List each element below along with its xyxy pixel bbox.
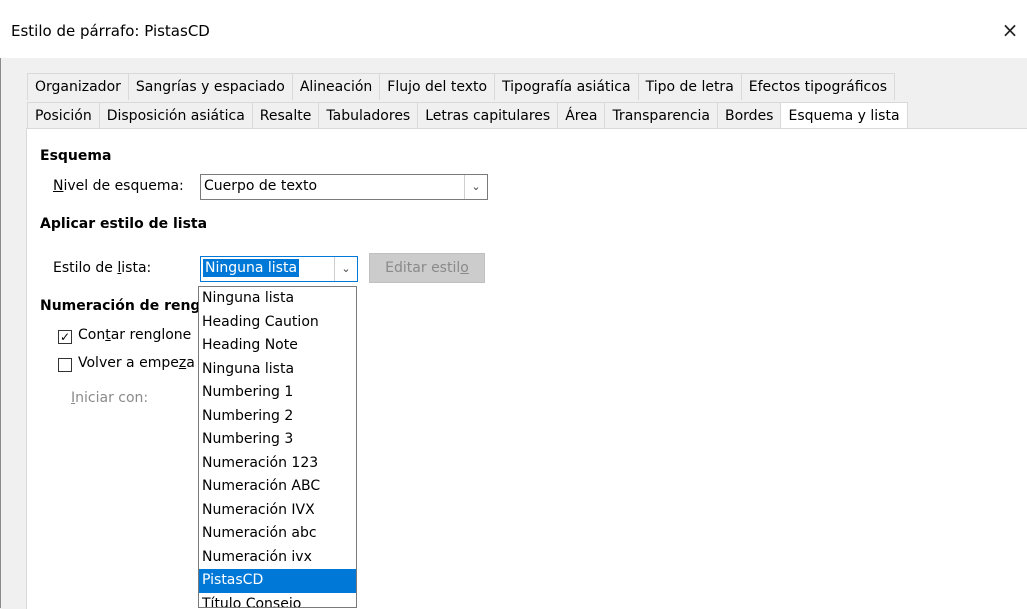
tab-tabuladores[interactable]: Tabuladores: [318, 102, 419, 129]
dropdown-option[interactable]: Numbering 1: [199, 381, 356, 405]
list-style-section-title: Aplicar estilo de lista: [40, 216, 208, 232]
list-style-value: Ninguna lista: [203, 259, 300, 277]
title-bar: Estilo de párrafo: PistasCD ×: [0, 0, 1027, 58]
dropdown-option[interactable]: Numeración 123: [199, 452, 356, 476]
list-style-label: Estilo de lista:: [53, 260, 152, 276]
tab-organizador[interactable]: Organizador: [27, 73, 129, 100]
tab-alineacion[interactable]: Alineación: [291, 73, 381, 100]
tab-panel: Esquema Nivel de esquema: Cuerpo de text…: [26, 128, 1027, 609]
dropdown-option[interactable]: Numbering 2: [199, 405, 356, 429]
restart-label: Volver a empeza: [78, 355, 195, 371]
outline-level-select[interactable]: Cuerpo de texto ⌄: [200, 174, 488, 200]
dropdown-option[interactable]: Ninguna lista: [199, 358, 356, 382]
tab-area[interactable]: Área: [557, 102, 606, 129]
outline-section-title: Esquema: [40, 148, 112, 164]
tab-bordes[interactable]: Bordes: [717, 102, 782, 129]
dropdown-option[interactable]: Numeración IVX: [199, 499, 356, 523]
chevron-down-icon[interactable]: ⌄: [334, 257, 357, 281]
tab-disposicion-asiatica[interactable]: Disposición asiática: [98, 102, 253, 129]
edit-style-button[interactable]: Editar estilo: [369, 253, 485, 283]
restart-checkbox[interactable]: [58, 358, 72, 372]
count-lines-label: Contar renglone: [78, 327, 192, 343]
count-lines-checkbox[interactable]: ✓: [58, 330, 72, 344]
tab-tipografia-asiatica[interactable]: Tipografía asiática: [494, 73, 639, 100]
close-icon[interactable]: ×: [993, 14, 1027, 46]
line-numbering-section-title: Numeración de rengl: [40, 298, 206, 314]
tab-letras-capitulares[interactable]: Letras capitulares: [417, 102, 559, 129]
tab-tipo-de-letra[interactable]: Tipo de letra: [637, 73, 742, 100]
dropdown-option[interactable]: Título Consejo: [199, 593, 356, 608]
tab-sangrias-y-espaciado[interactable]: Sangrías y espaciado: [127, 73, 293, 100]
dropdown-option[interactable]: Heading Note: [199, 334, 356, 358]
tab-efectos-tipograficos[interactable]: Efectos tipográficos: [740, 73, 896, 100]
dropdown-option[interactable]: Numeración abc: [199, 522, 356, 546]
window-title: Estilo de párrafo: PistasCD: [11, 22, 210, 40]
chevron-down-icon[interactable]: ⌄: [464, 175, 487, 199]
dropdown-option[interactable]: Numeración ABC: [199, 475, 356, 499]
outline-level-value: Cuerpo de texto: [204, 178, 318, 194]
tab-transparencia[interactable]: Transparencia: [604, 102, 718, 129]
outline-level-label: Nivel de esquema:: [53, 178, 184, 194]
tab-row-2: Posición Disposición asiática Resalte Tabul…: [27, 102, 908, 135]
tab-row-1: Organizador Sangrías y espaciado Alineació…: [27, 73, 896, 100]
tab-resalte[interactable]: Resalte: [251, 102, 320, 129]
dropdown-option[interactable]: Ninguna lista: [199, 287, 356, 311]
list-style-dropdown[interactable]: Ninguna lista Heading Caution Heading Note…: [198, 286, 357, 608]
dropdown-option[interactable]: Heading Caution: [199, 311, 356, 335]
dialog-body: Organizador Sangrías y espaciado Alineació…: [0, 58, 1027, 609]
start-with-label: Iniciar con:: [71, 390, 149, 406]
tab-flujo-del-texto[interactable]: Flujo del texto: [379, 73, 496, 100]
list-style-select[interactable]: Ninguna lista ⌄: [200, 256, 358, 282]
tab-posicion[interactable]: Posición: [27, 102, 100, 129]
dropdown-option[interactable]: PistasCD: [199, 569, 356, 593]
dropdown-option[interactable]: Numeración ivx: [199, 546, 356, 570]
tab-esquema-y-lista[interactable]: Esquema y lista: [780, 102, 908, 135]
dropdown-option[interactable]: Numbering 3: [199, 428, 356, 452]
